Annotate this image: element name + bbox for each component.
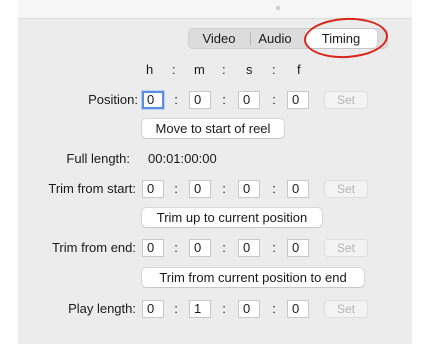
full-length-label: Full length: [66, 151, 130, 166]
trim-start-frames-field[interactable]: 0 [287, 180, 309, 198]
header-colon: : [172, 62, 176, 77]
time-separator: : [222, 181, 226, 196]
header-hours: h [146, 62, 154, 77]
header-colon: : [272, 62, 276, 77]
time-separator: : [272, 92, 276, 107]
play-length-set-button[interactable]: Set [324, 300, 368, 318]
position-frames-field[interactable]: 0 [287, 91, 309, 109]
play-length-minutes-field[interactable]: 1 [189, 300, 211, 318]
trim-start-set-button[interactable]: Set [324, 180, 368, 198]
trim-from-position-to-end-button[interactable]: Trim from current position to end [142, 268, 364, 287]
move-to-start-button[interactable]: Move to start of reel [142, 119, 284, 138]
resize-handle-dot[interactable] [276, 6, 280, 10]
header-frames: f [297, 62, 301, 77]
position-set-button[interactable]: Set [324, 91, 368, 109]
trim-up-to-position-button[interactable]: Trim up to current position [142, 208, 322, 227]
tab-video[interactable]: Video [188, 28, 250, 49]
position-seconds-field[interactable]: 0 [238, 91, 260, 109]
play-length-hours-field[interactable]: 0 [142, 300, 164, 318]
window-top-strip [18, 0, 412, 19]
time-separator: : [174, 181, 178, 196]
play-length-label: Play length: [68, 301, 136, 316]
trim-end-seconds-field[interactable]: 0 [238, 239, 260, 257]
position-hours-field[interactable]: 0 [142, 91, 164, 109]
trim-end-hours-field[interactable]: 0 [142, 239, 164, 257]
time-separator: : [272, 240, 276, 255]
play-length-frames-field[interactable]: 0 [287, 300, 309, 318]
trim-start-seconds-field[interactable]: 0 [238, 180, 260, 198]
play-length-seconds-field[interactable]: 0 [238, 300, 260, 318]
time-separator: : [222, 240, 226, 255]
timing-inspector-panel: Video Audio Timing h : m : s : f Positio… [18, 0, 412, 344]
header-seconds: s [246, 62, 253, 77]
time-separator: : [222, 92, 226, 107]
time-separator: : [272, 181, 276, 196]
time-separator: : [222, 301, 226, 316]
trim-start-minutes-field[interactable]: 0 [189, 180, 211, 198]
time-separator: : [272, 301, 276, 316]
position-label: Position: [88, 92, 138, 107]
trim-end-label: Trim from end: [51, 240, 136, 255]
trim-end-minutes-field[interactable]: 0 [189, 239, 211, 257]
trim-start-label: Trim from start: [48, 181, 136, 196]
time-separator: : [174, 301, 178, 316]
header-minutes: m [194, 62, 205, 77]
time-separator: : [174, 92, 178, 107]
position-minutes-field[interactable]: 0 [189, 91, 211, 109]
full-length-value: 00:01:00:00 [148, 151, 217, 166]
trim-end-frames-field[interactable]: 0 [287, 239, 309, 257]
tab-audio[interactable]: Audio [251, 28, 299, 49]
header-colon: : [222, 62, 226, 77]
trim-start-hours-field[interactable]: 0 [142, 180, 164, 198]
highlight-circle-annotation [303, 15, 389, 61]
trim-end-set-button[interactable]: Set [324, 239, 368, 257]
time-separator: : [174, 240, 178, 255]
